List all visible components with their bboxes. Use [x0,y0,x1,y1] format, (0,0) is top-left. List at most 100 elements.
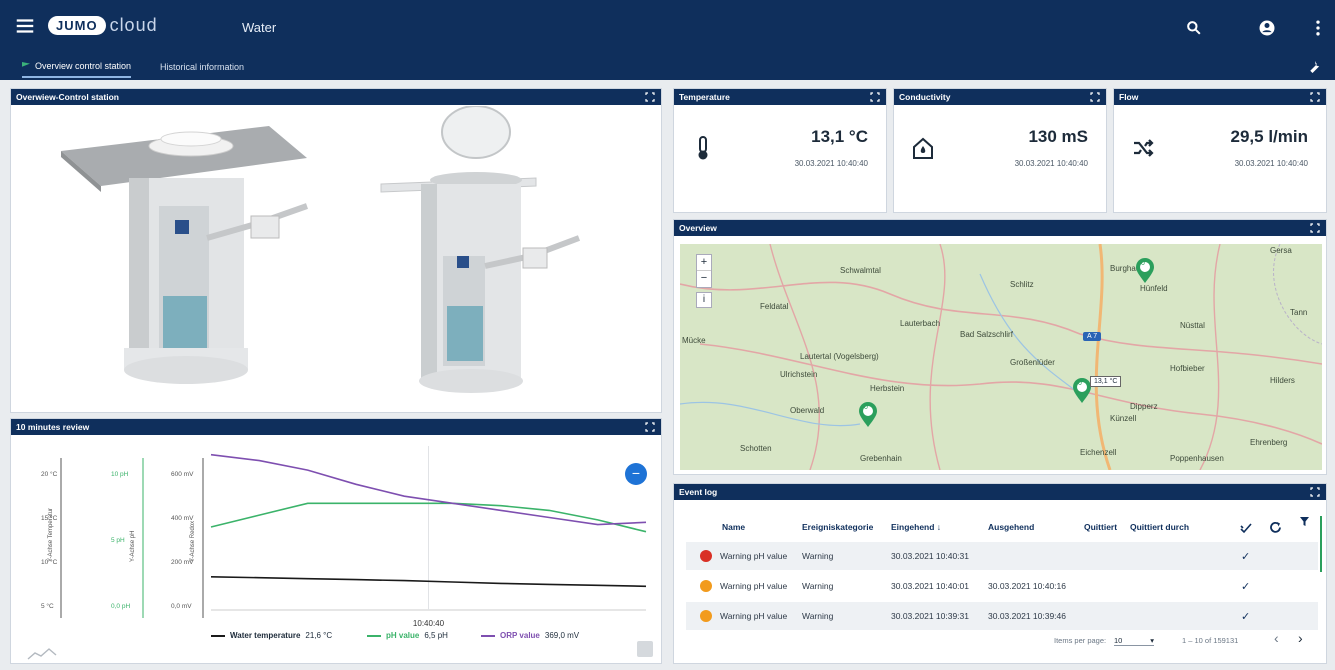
pagination-range: 1 – 10 of 159131 [1182,636,1239,645]
items-per-page-select[interactable]: 10 ▾ [1114,636,1154,646]
panel-title: Overwiew-Control station [16,92,119,102]
fullscreen-icon[interactable] [645,422,655,432]
y-tick-label: 20 °C [41,470,58,478]
column-header-acknowledged[interactable]: Quittiert [1084,522,1117,532]
legend-value: 6,5 pH [424,631,448,640]
items-per-page-label: Items per page: [1054,636,1107,645]
fullscreen-icon[interactable] [1310,487,1320,497]
map-place-label: Eichenzell [1080,448,1117,457]
chart-reset-button[interactable] [637,641,653,657]
marker-count: 0 [1141,260,1145,267]
fullscreen-icon[interactable] [1310,223,1320,233]
legend-label: ORP value [500,631,540,640]
map-roads [680,244,1322,470]
y-tick-label: 5 °C [41,602,54,610]
refresh-icon[interactable] [1269,521,1282,534]
thermometer-icon [698,136,708,160]
panel-flow: Flow 29,5 l/min 30.03.2021 10:40:40 [1113,88,1327,213]
map-place-label: Tann [1290,308,1308,317]
map-place-label: Großenlüder [1010,358,1055,367]
map-info-button[interactable]: i [696,292,712,308]
map-canvas[interactable]: Schwalmtal Schlitz Burghaun Hünfeld Feld… [680,244,1322,470]
map-zoom-control: + − [696,254,712,288]
highway-shield: A 7 [1083,332,1102,341]
panel-title: Event log [679,487,718,497]
station-closed-lid-right [380,106,581,393]
conductivity-timestamp: 30.03.2021 10:40:40 [1014,159,1088,168]
panel-title: 10 minutes review [16,422,90,432]
panel-title: Flow [1119,92,1139,102]
wrench-icon[interactable] [1305,58,1323,76]
warning-status-icon [700,580,712,592]
table-scrollbar[interactable] [1320,516,1322,572]
fullscreen-icon[interactable] [870,92,880,102]
fullscreen-icon[interactable] [1090,92,1100,102]
map-zoom-out-button[interactable]: − [697,271,711,287]
map-marker-station[interactable]: 0 [1072,378,1092,409]
event-name: Warning pH value [720,611,788,621]
tab-label: Overview control station [35,61,132,71]
chart-zoom-out-button[interactable]: − [625,463,647,485]
legend-water-temperature[interactable]: Water temperature 21,6 °C [211,631,332,640]
panel-header: Overwiew-Control station [11,89,661,105]
map-place-label: Gersa [1270,246,1292,255]
column-header-outgoing[interactable]: Ausgehend [988,522,1034,532]
conductivity-value: 130 mS [1028,127,1088,146]
home-water-icon [913,137,933,159]
flow-timestamp: 30.03.2021 10:40:40 [1234,159,1308,168]
event-outgoing: 30.03.2021 10:39:46 [988,611,1066,621]
account-icon[interactable] [1257,18,1277,38]
brand-name: JUMO [48,15,106,35]
panel-header: 10 minutes review [11,419,661,435]
jumo-cloud-logo[interactable]: JUMO cloud [48,13,158,37]
legend-value: 21,6 °C [305,631,333,640]
table-row[interactable]: Warning pH value Warning 30.03.2021 10:4… [686,542,1318,570]
shuffle-icon [1134,139,1154,157]
next-page-button[interactable]: › [1298,630,1303,646]
panel-title: Overview [679,223,717,233]
legend-label: Water temperature [230,631,301,640]
column-header-name[interactable]: Name [722,522,745,532]
map-place-label: Mücke [682,336,706,345]
panel-title: Conductivity [899,92,951,102]
y-tick-label: 600 mV [171,471,194,478]
menu-icon[interactable] [14,15,36,37]
fullscreen-icon[interactable] [1310,92,1320,102]
chart-navigator-icon[interactable] [27,647,57,661]
tab-historical-information[interactable]: Historical information [160,56,244,78]
event-outgoing: 30.03.2021 10:40:16 [988,581,1066,591]
map-place-label: Lauterbach [900,319,941,328]
map-marker-station[interactable]: 0 [1135,258,1155,289]
legend-value: 369,0 mV [544,631,580,640]
column-header-category[interactable]: Ereigniskategorie [802,522,873,532]
search-icon[interactable] [1184,18,1204,38]
fullscreen-icon[interactable] [645,92,655,102]
y-tick-label: 0,0 mV [171,603,192,610]
tab-overview-control-station[interactable]: Overview control station [22,56,132,78]
map-pin-icon [1136,258,1154,283]
legend-ph-value[interactable]: pH value 6,5 pH [367,631,448,640]
review-line-chart: 20 °C15 °C10 °C5 °CY-Achse Temperatur10 … [41,446,647,628]
legend-orp-value[interactable]: ORP value 369,0 mV [481,631,579,640]
map-zoom-in-button[interactable]: + [697,255,711,271]
event-incoming: 30.03.2021 10:40:01 [891,581,969,591]
y-tick-label: 5 pH [111,537,125,544]
previous-page-button[interactable]: ‹ [1274,630,1279,646]
error-status-icon [700,550,712,562]
table-row[interactable]: Warning pH value Warning 30.03.2021 10:3… [686,602,1318,630]
panel-event-log: Event log Name Ereigniskategorie Eingehe… [673,483,1327,664]
items-per-page-value: 10 [1114,636,1123,645]
temperature-value: 13,1 °C [811,127,868,146]
marker-count: 0 [1078,380,1082,387]
tab-label: Historical information [160,62,245,72]
column-header-incoming[interactable]: Eingehend ↓ [891,522,941,532]
acknowledge-all-icon[interactable] [1240,522,1252,534]
map-place-label: Lautertal (Vogelsberg) [800,352,879,361]
y-axis-title: Y-Achse Temperatur [48,508,54,562]
map-marker-station[interactable]: 0 [858,402,878,433]
more-vert-icon[interactable] [1308,18,1328,38]
column-header-acknowledged-by[interactable]: Quittiert durch [1130,522,1189,532]
table-row[interactable]: Warning pH value Warning 30.03.2021 10:4… [686,572,1318,600]
panel-header: Event log [674,484,1326,500]
filter-icon[interactable] [1299,516,1310,527]
